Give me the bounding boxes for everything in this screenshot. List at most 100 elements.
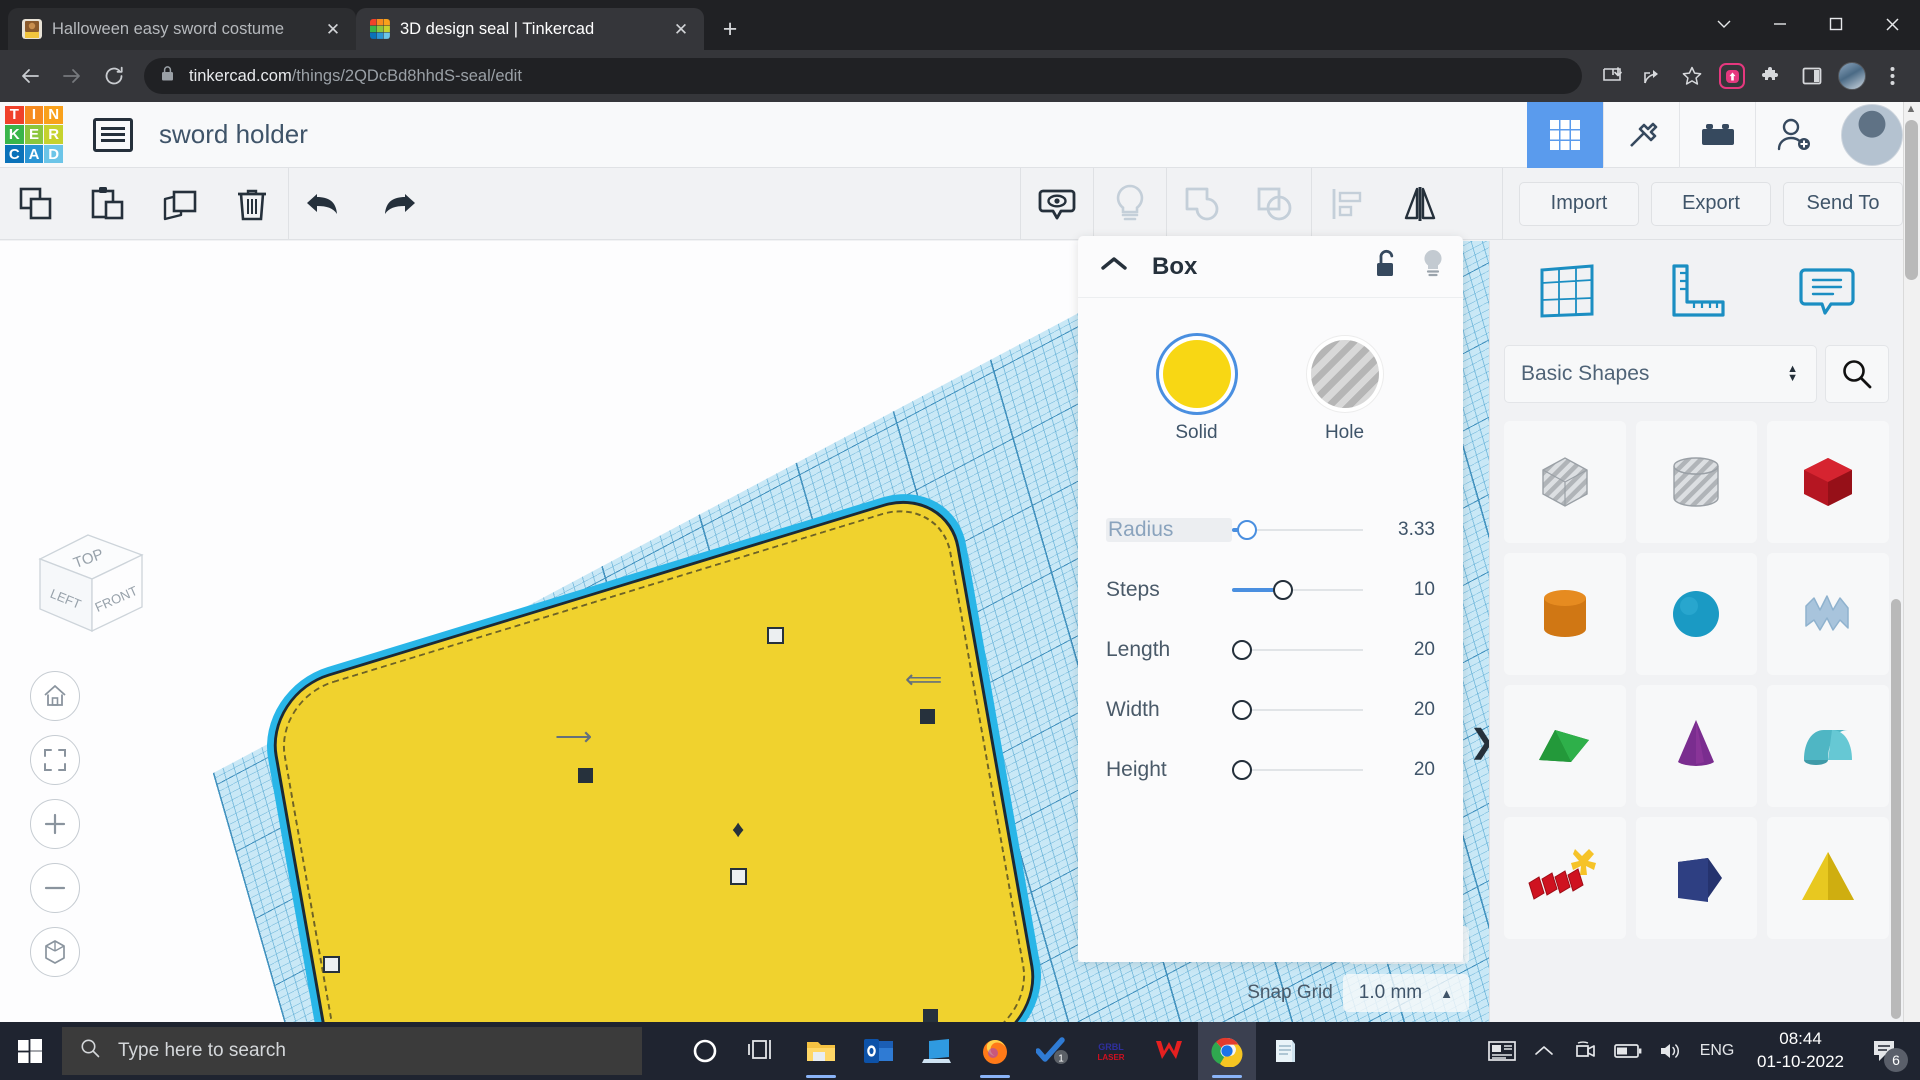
close-icon[interactable]: ✕ [670,18,692,40]
group-icon[interactable] [1167,168,1239,240]
search-button[interactable] [1825,345,1889,403]
todo-icon[interactable]: 1 [1024,1022,1082,1080]
shape-text[interactable] [1504,817,1626,939]
notepad-icon[interactable] [1256,1022,1314,1080]
minimize-icon[interactable] [1696,0,1752,48]
ortho-perspective-icon[interactable] [30,927,80,977]
back-icon[interactable] [10,56,50,96]
resize-handle-top[interactable] [767,627,784,644]
height-handle[interactable] [730,868,747,885]
tinkercad-logo[interactable]: T I N K E R C A D [5,106,63,164]
slider-track[interactable] [1232,520,1363,540]
kebab-menu-icon[interactable] [1874,58,1910,94]
task-view-icon[interactable] [734,1022,792,1080]
show-hidden-icons-icon[interactable] [1523,1022,1565,1080]
notification-center-icon[interactable]: 6 [1858,1022,1912,1080]
remote-desktop-icon[interactable] [908,1022,966,1080]
page-title[interactable]: sword holder [159,119,308,150]
rotate-handle-ne[interactable]: ⟸ [905,664,942,695]
fit-view-icon[interactable] [30,735,80,785]
forward-icon[interactable] [52,56,92,96]
shape-mode-solid[interactable]: Solid [1163,340,1231,444]
redo-icon[interactable] [361,168,433,240]
slider-track[interactable] [1232,760,1363,780]
ruler-icon[interactable] [1666,262,1728,325]
project-panel-icon[interactable] [93,118,133,152]
camera-icon[interactable] [1565,1022,1607,1080]
scrollbar-thumb[interactable] [1905,120,1918,280]
shape-box-hole[interactable] [1504,421,1626,543]
visibility-eye-icon[interactable] [1021,168,1093,240]
grid-view-icon[interactable] [1527,102,1603,168]
sidebar-scrollbar[interactable] [1891,599,1901,1019]
ungroup-icon[interactable] [1239,168,1311,240]
slider-track[interactable] [1232,700,1363,720]
shape-scribble[interactable] [1767,553,1889,675]
shape-cylinder-hole[interactable] [1636,421,1758,543]
profile-avatar[interactable] [1834,58,1870,94]
shape-cylinder[interactable] [1504,553,1626,675]
address-bar[interactable]: tinkercad.com/things/2QDcBd8hhdS-seal/ed… [144,58,1582,94]
slider-value[interactable]: 10 [1379,579,1435,601]
zoom-in-icon[interactable] [30,799,80,849]
scroll-up-icon[interactable]: ▲ [1905,104,1917,116]
reload-icon[interactable] [94,56,134,96]
avatar[interactable] [1841,104,1903,166]
firefox-icon[interactable] [966,1022,1024,1080]
shape-round-roof[interactable] [1767,685,1889,807]
mirror-icon[interactable] [1384,168,1456,240]
shape-sphere[interactable] [1636,553,1758,675]
resize-handle-corner-ne[interactable] [920,709,935,724]
slider-value[interactable]: 3.33 [1379,519,1435,541]
shape-roof[interactable] [1504,685,1626,807]
puzzle-icon[interactable] [1754,58,1790,94]
language-indicator[interactable]: ENG [1691,1022,1743,1080]
search-input[interactable]: Type here to search [62,1027,642,1075]
slider-track[interactable] [1232,640,1363,660]
share-icon[interactable] [1634,58,1670,94]
shape-category-select[interactable]: Basic Shapes ▲▼ [1504,345,1817,403]
lightbulb-icon[interactable] [1094,168,1166,240]
brick-icon[interactable] [1679,102,1755,168]
shape-box[interactable] [1767,421,1889,543]
grbl-laser-icon[interactable]: GRBLLASER [1082,1022,1140,1080]
align-icon[interactable] [1312,168,1384,240]
radius-handle[interactable] [323,956,340,973]
import-button[interactable]: Import [1519,182,1639,226]
sidepanel-icon[interactable] [1794,58,1830,94]
cortana-icon[interactable] [676,1022,734,1080]
slider-value[interactable]: 20 [1379,699,1435,721]
workplane-icon[interactable] [1536,262,1598,325]
duplicate-icon[interactable] [144,168,216,240]
shape-pyramid[interactable] [1767,817,1889,939]
home-view-icon[interactable] [30,671,80,721]
slider-value[interactable]: 20 [1379,639,1435,661]
extension-pink-icon[interactable] [1714,58,1750,94]
export-button[interactable]: Export [1651,182,1771,226]
view-cube[interactable]: TOP LEFT FRONT [30,531,150,639]
page-scrollbar[interactable]: ▲ [1903,102,1920,1022]
shape-cone[interactable] [1636,685,1758,807]
volume-icon[interactable] [1649,1022,1691,1080]
close-window-icon[interactable] [1864,0,1920,48]
hole-swatch[interactable] [1311,340,1379,408]
news-weather-icon[interactable] [1481,1022,1523,1080]
zoom-out-icon[interactable] [30,863,80,913]
shape-mode-hole[interactable]: Hole [1311,340,1379,444]
outlook-icon[interactable] [850,1022,908,1080]
new-tab-button[interactable]: + [712,11,748,47]
delete-trash-icon[interactable] [216,168,288,240]
close-icon[interactable]: ✕ [322,18,344,40]
copy-icon[interactable] [0,168,72,240]
paste-icon[interactable] [72,168,144,240]
chevron-up-icon[interactable] [1100,255,1128,279]
slider-value[interactable]: 20 [1379,759,1435,781]
undo-icon[interactable] [289,168,361,240]
file-explorer-icon[interactable] [792,1022,850,1080]
install-icon[interactable] [1594,58,1630,94]
browser-tab-tinkercad[interactable]: 3D design seal | Tinkercad ✕ [356,8,704,50]
wondershare-icon[interactable] [1140,1022,1198,1080]
send-to-button[interactable]: Send To [1783,182,1903,226]
browser-tab-halloween[interactable]: Halloween easy sword costume ✕ [8,8,356,50]
battery-icon[interactable] [1607,1022,1649,1080]
